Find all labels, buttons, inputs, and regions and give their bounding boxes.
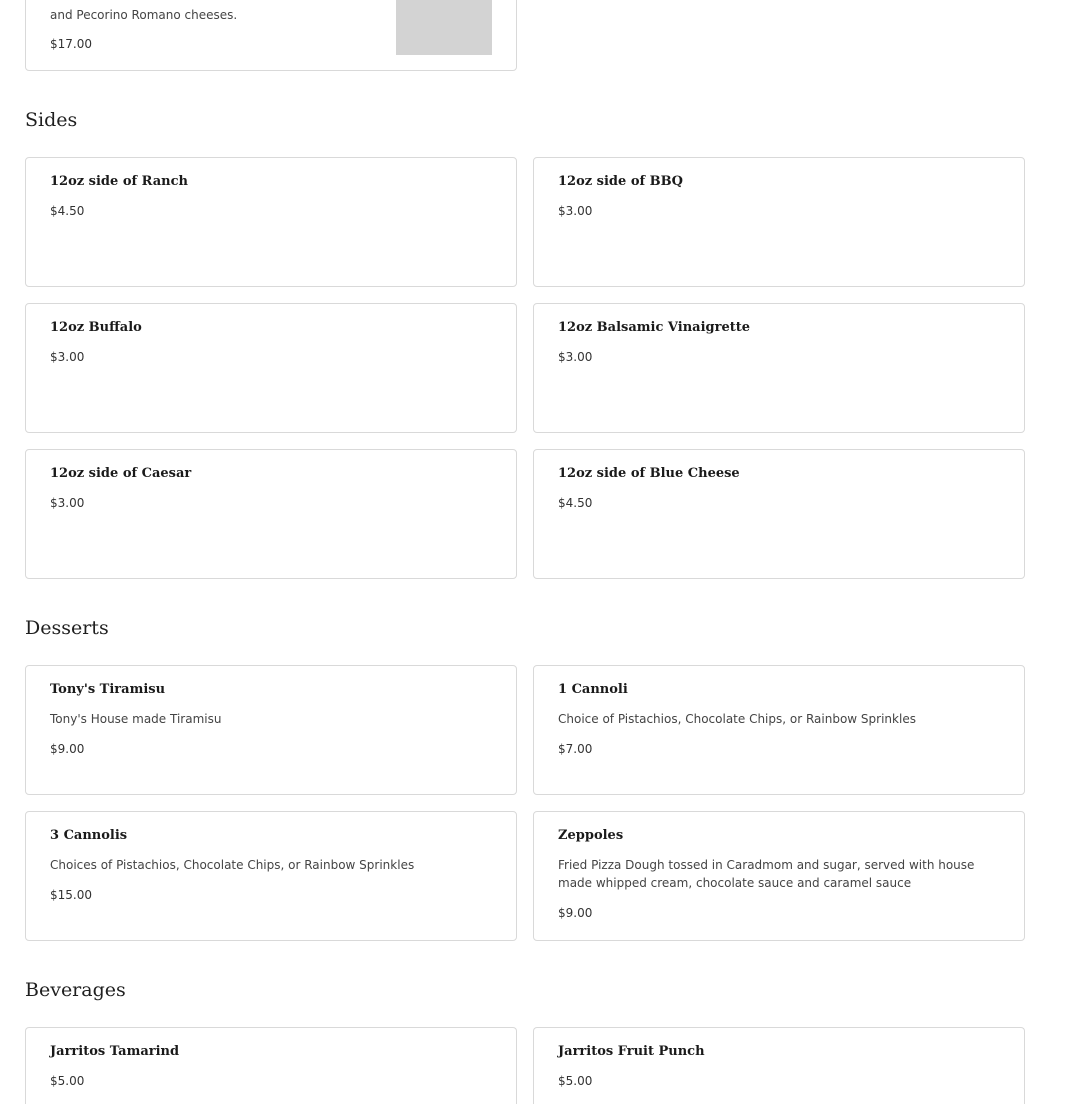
menu-page: and Pecorino Romano cheeses. $17.00 Side… xyxy=(0,0,1070,1104)
item-description: Choice of Pistachios, Chocolate Chips, o… xyxy=(558,712,916,726)
item-price: $3.00 xyxy=(50,496,85,510)
item-name: Jarritos Fruit Punch xyxy=(558,1044,705,1059)
item-name: 12oz side of Ranch xyxy=(50,174,188,189)
item-price: $4.50 xyxy=(50,204,85,218)
menu-item-card[interactable]: Zeppoles Fried Pizza Dough tossed in Car… xyxy=(533,811,1025,941)
menu-item-card[interactable]: 12oz side of Ranch $4.50 xyxy=(25,157,517,287)
item-price: $9.00 xyxy=(558,906,593,920)
menu-item-card[interactable]: 12oz Balsamic Vinaigrette $3.00 xyxy=(533,303,1025,433)
item-description: Choices of Pistachios, Chocolate Chips, … xyxy=(50,858,415,872)
item-price: $5.00 xyxy=(558,1074,593,1088)
menu-item-card[interactable]: 12oz side of Caesar $3.00 xyxy=(25,449,517,579)
menu-item-card[interactable]: Jarritos Tamarind $5.00 xyxy=(25,1027,517,1104)
menu-item-card[interactable]: Jarritos Fruit Punch $5.00 xyxy=(533,1027,1025,1104)
item-description: Tony's House made Tiramisu xyxy=(50,712,222,726)
item-price: $5.00 xyxy=(50,1074,85,1088)
item-price: $17.00 xyxy=(50,37,92,51)
item-name: Jarritos Tamarind xyxy=(50,1044,180,1059)
item-name: Zeppoles xyxy=(558,828,624,843)
menu-item-card[interactable]: 12oz side of Blue Cheese $4.50 xyxy=(533,449,1025,579)
item-price: $3.00 xyxy=(558,350,593,364)
item-price: $7.00 xyxy=(558,742,593,756)
menu-item-card[interactable]: 12oz side of BBQ $3.00 xyxy=(533,157,1025,287)
item-price: $3.00 xyxy=(50,350,85,364)
item-description: and Pecorino Romano cheeses. xyxy=(50,8,238,22)
item-description: Fried Pizza Dough tossed in Caradmom and… xyxy=(558,858,975,890)
section-title-sides: Sides xyxy=(25,109,78,131)
item-price: $4.50 xyxy=(558,496,593,510)
item-name: 3 Cannolis xyxy=(50,828,128,843)
item-image xyxy=(396,0,492,55)
menu-item-card[interactable]: 3 Cannolis Choices of Pistachios, Chocol… xyxy=(25,811,517,941)
section-title-desserts: Desserts xyxy=(25,617,109,639)
item-name: Tony's Tiramisu xyxy=(50,682,166,697)
section-title-beverages: Beverages xyxy=(25,979,126,1001)
item-name: 12oz side of Blue Cheese xyxy=(558,466,740,481)
item-name: 12oz side of Caesar xyxy=(50,466,192,481)
menu-item-card[interactable]: 12oz Buffalo $3.00 xyxy=(25,303,517,433)
item-name: 12oz Balsamic Vinaigrette xyxy=(558,320,750,335)
item-name: 12oz side of BBQ xyxy=(558,174,683,189)
item-price: $15.00 xyxy=(50,888,92,902)
menu-item-card[interactable]: Tony's Tiramisu Tony's House made Tirami… xyxy=(25,665,517,795)
item-price: $9.00 xyxy=(50,742,85,756)
item-name: 12oz Buffalo xyxy=(50,320,142,335)
menu-item-card[interactable]: and Pecorino Romano cheeses. $17.00 xyxy=(25,0,517,71)
item-price: $3.00 xyxy=(558,204,593,218)
menu-item-card[interactable]: 1 Cannoli Choice of Pistachios, Chocolat… xyxy=(533,665,1025,795)
item-name: 1 Cannoli xyxy=(558,682,628,697)
